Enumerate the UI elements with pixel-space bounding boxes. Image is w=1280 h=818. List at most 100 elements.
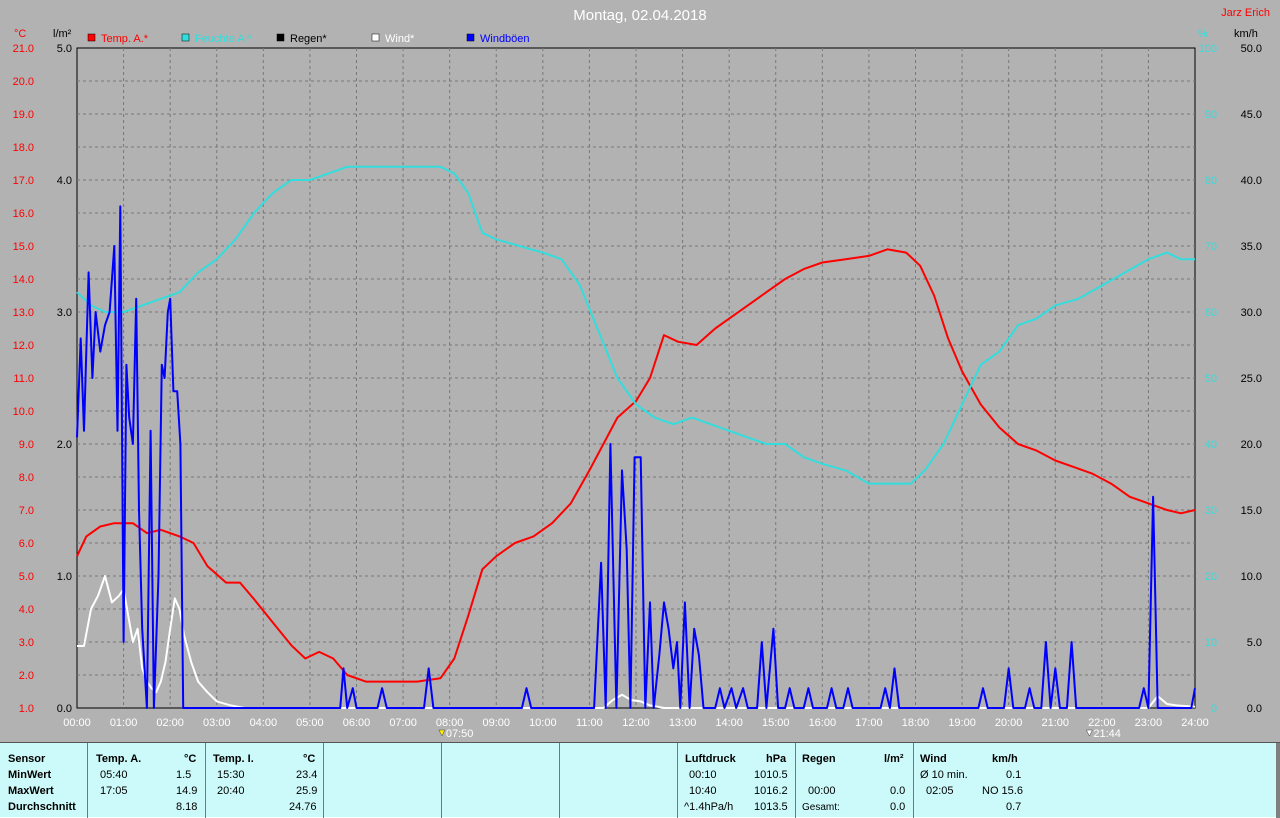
wind-tick-label: 0.0 [1247, 703, 1262, 715]
wind-tick-label: 35.0 [1241, 241, 1262, 253]
temp-tick-label: 20.0 [13, 76, 34, 88]
humidity-tick-label: 20 [1205, 571, 1217, 583]
legend-swatch [371, 33, 380, 42]
pressure-min-val: 1010.5 [754, 769, 788, 781]
wind-max-val: NO 15.6 [982, 785, 1023, 797]
x-tick-label: 18:00 [902, 717, 930, 729]
temp-a-min-val: 1.5 [176, 769, 192, 781]
temp-a-max-val: 14.9 [176, 785, 198, 797]
temp-a-min-time: 05:40 [100, 769, 128, 781]
temp-tick-label: 11.0 [13, 373, 34, 385]
x-tick-label: 09:00 [482, 717, 510, 729]
row-label-avg: Durchschnitt [8, 801, 76, 813]
temp-a-unit: °C [184, 753, 197, 765]
wind-tick-label: 50.0 [1241, 43, 1262, 55]
stats-col-empty-2 [442, 743, 560, 818]
humidity-tick-label: 40 [1205, 439, 1217, 451]
temp-tick-label: 4.0 [19, 604, 34, 616]
axis-unit-rain: l/m² [53, 28, 72, 40]
rain-unit: l/m² [884, 753, 904, 765]
x-tick-label: 07:00 [389, 717, 417, 729]
marker-time-label: 21:44 [1093, 728, 1121, 740]
temp-tick-label: 3.0 [19, 637, 34, 649]
wind-tick-label: 20.0 [1241, 439, 1262, 451]
legend-swatch [276, 33, 285, 42]
humidity-tick-label: 90 [1205, 109, 1217, 121]
x-tick-label: 11:00 [576, 717, 603, 729]
wind-unit: km/h [992, 753, 1018, 765]
rain-tick-label: 4.0 [57, 175, 72, 187]
legend-label: Windböen [480, 33, 530, 45]
temp-tick-label: 6.0 [19, 538, 34, 550]
stats-col-rain: Regen l/m² 00:00 0.0 Gesamt: 0.0 [796, 743, 914, 818]
stats-right-edge [1276, 743, 1280, 818]
rain-max-time: 00:00 [808, 785, 836, 797]
x-tick-label: 13:00 [669, 717, 697, 729]
wind-avg: 0.7 [1006, 801, 1022, 813]
temp-tick-label: 7.0 [19, 505, 34, 517]
x-tick-label: 24:00 [1181, 717, 1209, 729]
humidity-tick-label: 80 [1205, 175, 1217, 187]
temp-tick-label: 19.0 [13, 109, 34, 121]
temp-tick-label: 18.0 [13, 142, 34, 154]
temp-a-max-time: 17:05 [100, 785, 128, 797]
stats-col-empty-3 [560, 743, 678, 818]
weather-chart: Montag, 02.04.2018 Jarz Erich °C l/m²% km/h 2… [0, 0, 1280, 742]
temp-tick-label: 10.0 [13, 406, 34, 418]
wind-tick-label: 25.0 [1241, 373, 1262, 385]
pressure-min-time: 00:10 [689, 769, 717, 781]
temp-i-header: Temp. I. [213, 753, 254, 765]
temp-tick-label: 8.0 [19, 472, 34, 484]
humidity-tick-label: 70 [1205, 241, 1217, 253]
rain-tick-label: 3.0 [57, 307, 72, 319]
wind-max-time: 02:05 [926, 785, 954, 797]
axis-unit-temp: °C [14, 28, 26, 40]
x-tick-label: 16:00 [809, 717, 837, 729]
temp-tick-label: 13.0 [13, 307, 34, 319]
temp-i-max-val: 25.9 [296, 785, 318, 797]
rain-total: 0.0 [890, 801, 906, 813]
stats-col-pressure: Luftdruck hPa 00:10 1010.5 10:40 1016.2 … [678, 743, 796, 818]
temp-tick-label: 21.0 [13, 43, 34, 55]
temp-tick-label: 2.0 [19, 670, 34, 682]
stats-col-temp-i: Temp. I. °C 15:30 23.4 20:40 25.9 24.76 [206, 743, 324, 818]
x-tick-label: 02:00 [156, 717, 184, 729]
pressure-max-time: 10:40 [689, 785, 717, 797]
x-tick-label: 20:00 [995, 717, 1023, 729]
x-tick-label: 01:00 [110, 717, 138, 729]
rain-max-val: 0.0 [890, 785, 906, 797]
stats-col-wind: Wind km/h Ø 10 min. 0.1 02:05 NO 15.6 0.… [914, 743, 1034, 818]
humidity-tick-label: 10 [1205, 637, 1217, 649]
temp-a-header: Temp. A. [96, 753, 142, 765]
temp-i-avg: 24.76 [289, 801, 317, 813]
pressure-avg: 1013.5 [754, 801, 788, 813]
temp-a-avg: 8.18 [176, 801, 198, 813]
rain-tick-label: 5.0 [57, 43, 72, 55]
temp-i-unit: °C [303, 753, 316, 765]
x-tick-label: 21:00 [1041, 717, 1069, 729]
rain-tick-label: 1.0 [57, 571, 72, 583]
temp-tick-label: 5.0 [19, 571, 34, 583]
wind-tick-label: 45.0 [1241, 109, 1262, 121]
pressure-max-val: 1016.2 [754, 785, 788, 797]
temp-i-min-val: 23.4 [296, 769, 318, 781]
humidity-tick-label: 0 [1211, 703, 1217, 715]
legend-swatch [466, 33, 475, 42]
axis-unit-humidity: % [1198, 28, 1208, 40]
legend-swatch [181, 33, 190, 42]
temp-i-min-time: 15:30 [217, 769, 245, 781]
wind-tick-label: 40.0 [1241, 175, 1262, 187]
marker-time-label: 07:50 [446, 728, 474, 740]
temp-tick-label: 1.0 [19, 703, 34, 715]
wind-avg10: 0.1 [1006, 769, 1022, 781]
wind-header: Wind [920, 753, 947, 765]
humidity-tick-label: 100 [1199, 43, 1217, 55]
row-label-max: MaxWert [8, 785, 54, 797]
wind-avg10-label: Ø 10 min. [920, 769, 968, 781]
temp-tick-label: 17.0 [13, 175, 34, 187]
temp-tick-label: 15.0 [13, 241, 34, 253]
humidity-tick-label: 30 [1205, 505, 1217, 517]
x-tick-label: 14:00 [715, 717, 743, 729]
stats-col-empty-1 [324, 743, 442, 818]
rain-tick-label: 2.0 [57, 439, 72, 451]
